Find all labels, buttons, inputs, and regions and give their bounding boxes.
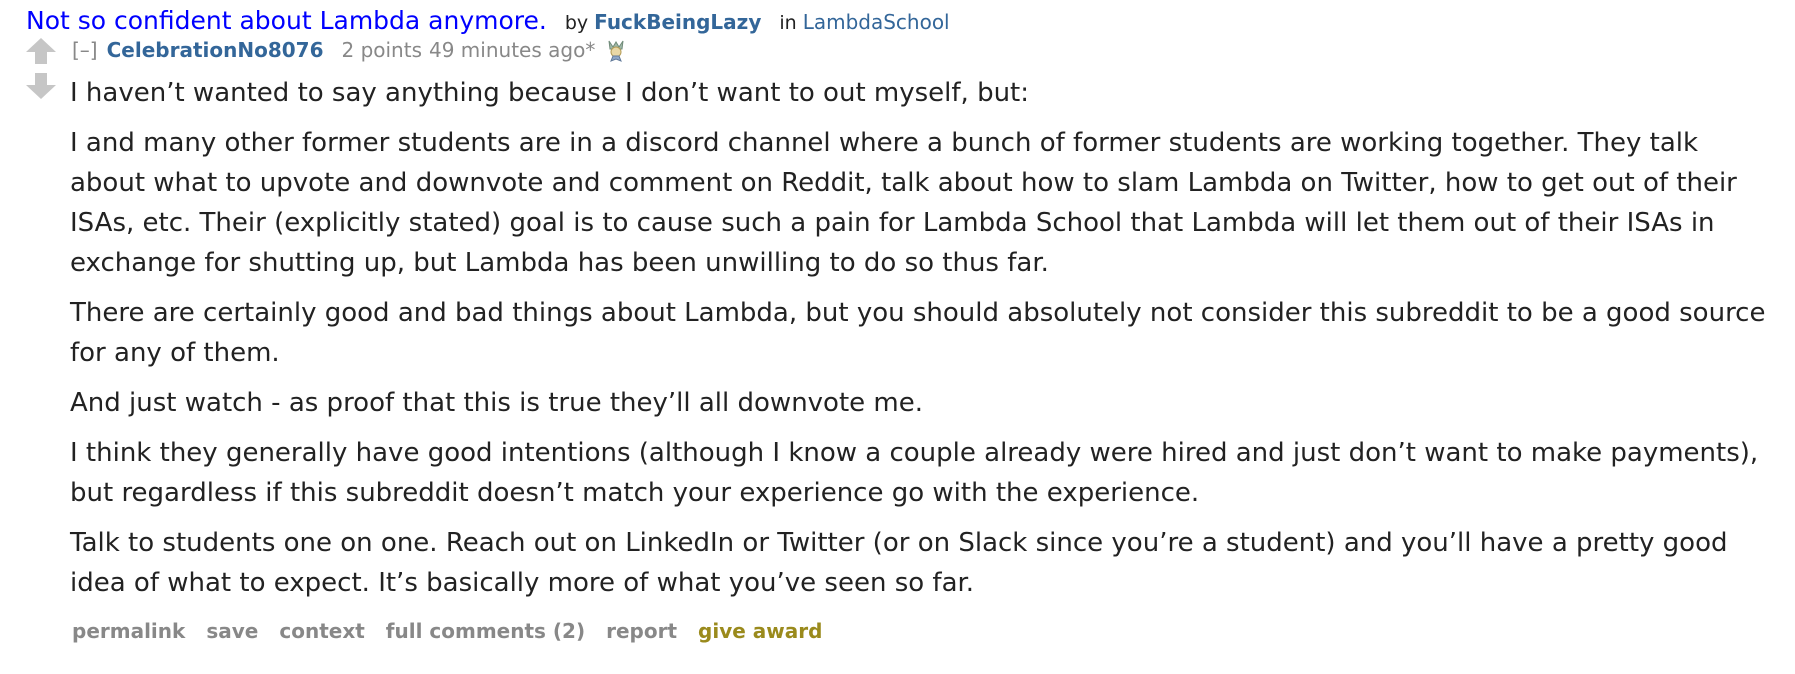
save-link[interactable]: save [206, 619, 258, 643]
comment-timestamp: 49 minutes ago [429, 38, 586, 62]
context-link[interactable]: context [279, 619, 364, 643]
comment-paragraph: There are certainly good and bad things … [70, 298, 1766, 368]
post-title-link[interactable]: Not so confident about Lambda anymore. [26, 6, 547, 35]
full-comments-link[interactable]: full comments (2) [386, 619, 585, 643]
award-flair-icon [605, 38, 627, 62]
subreddit-link[interactable]: LambdaSchool [803, 10, 950, 34]
comment-paragraph: I haven’t wanted to say anything because… [70, 78, 1030, 108]
post-author-link[interactable]: FuckBeingLazy [594, 10, 761, 34]
comment-body: I haven’t wanted to say anything because… [70, 73, 1770, 613]
edited-mark: * [585, 38, 596, 62]
by-label: by [564, 12, 589, 34]
downvote-arrow-icon[interactable] [24, 71, 58, 105]
give-award-link[interactable]: give award [698, 619, 822, 643]
post-header: Not so confident about Lambda anymore. b… [26, 6, 950, 35]
permalink-link[interactable]: permalink [72, 619, 185, 643]
collapse-toggle[interactable]: [–] [72, 38, 98, 62]
comment-author-link[interactable]: CelebrationNo8076 [107, 38, 324, 62]
comment-paragraph: And just watch - as proof that this is t… [70, 388, 924, 418]
comment-paragraph: I think they generally have good intenti… [70, 438, 1759, 508]
comment-paragraph: Talk to students one on one. Reach out o… [70, 528, 1728, 598]
comment-score: 2 points [341, 38, 422, 62]
in-label: in [779, 12, 797, 34]
comment-meta: [–] CelebrationNo8076 2 points 49 minute… [72, 38, 627, 62]
report-link[interactable]: report [606, 619, 677, 643]
comment-paragraph: I and many other former students are in … [70, 128, 1737, 278]
comment-actions: permalink save context full comments (2)… [72, 619, 843, 643]
upvote-arrow-icon[interactable] [24, 36, 58, 70]
